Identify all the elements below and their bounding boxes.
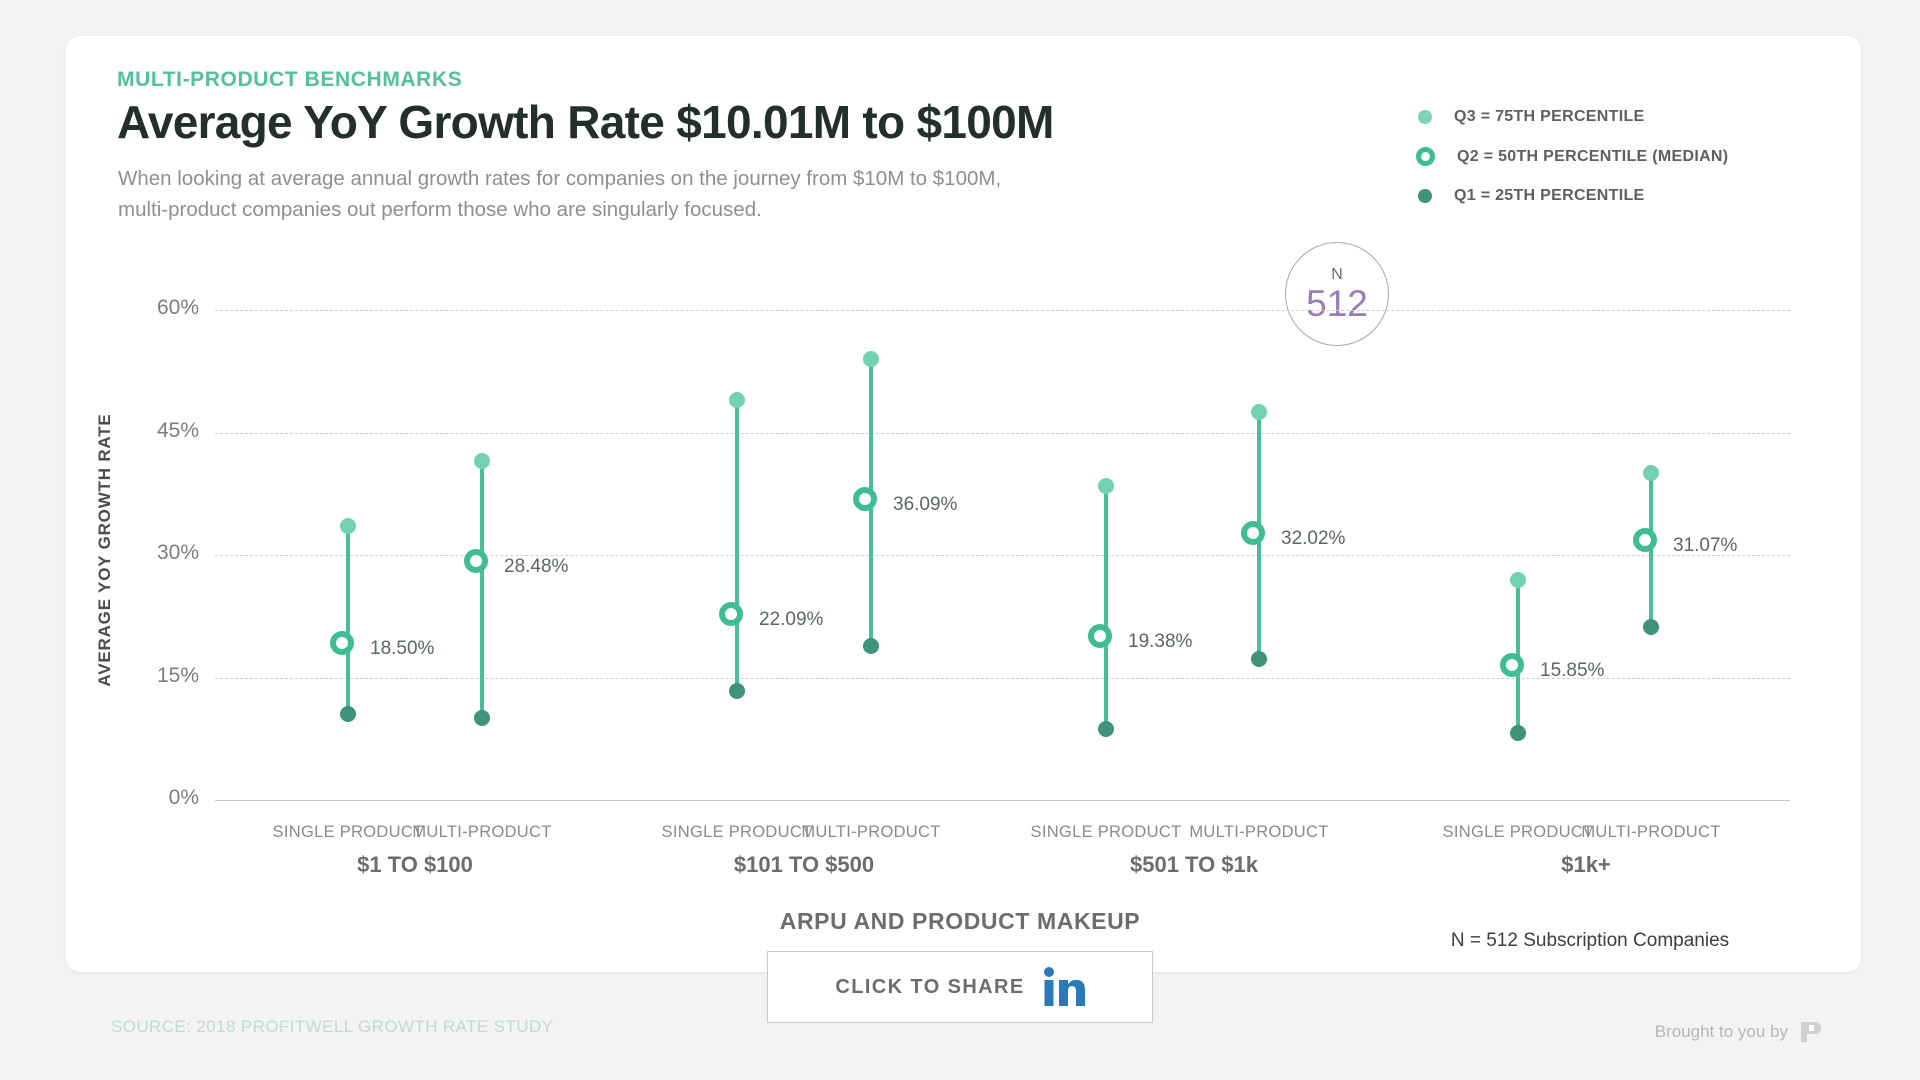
q3-point[interactable]: [1098, 477, 1114, 494]
q3-point[interactable]: [863, 351, 879, 367]
q1-point[interactable]: [863, 638, 879, 655]
x-axis-category-label: MULTI-PRODUCT: [412, 823, 552, 841]
range-stem: [735, 399, 739, 692]
q2-median-point[interactable]: [1241, 520, 1265, 545]
median-value-label: 32.02%: [1281, 527, 1346, 549]
q1-point[interactable]: [729, 683, 745, 700]
q3-point[interactable]: [340, 518, 356, 535]
gridline: [215, 432, 1790, 434]
linkedin-icon: [1043, 967, 1085, 1006]
q2-median-point[interactable]: [1500, 652, 1524, 677]
median-value-label: 22.09%: [759, 608, 824, 630]
q3-point[interactable]: [474, 453, 490, 470]
y-axis-tick-label: 0%: [168, 786, 199, 809]
x-axis-group-label: $501 TO $1k: [1129, 852, 1259, 877]
median-value-label: 36.09%: [893, 494, 958, 516]
q2-median-point[interactable]: [719, 601, 743, 626]
q2-median-point[interactable]: [464, 549, 488, 574]
x-axis-group-label: $1k+: [1561, 852, 1611, 877]
y-axis-tick-label: 60%: [156, 296, 199, 319]
gridline: [215, 310, 1790, 311]
source-note: SOURCE: 2018 PROFITWELL GROWTH RATE STUD…: [111, 1017, 554, 1036]
q3-point[interactable]: [1510, 571, 1526, 588]
q2-median-point[interactable]: [1633, 528, 1657, 553]
x-axis-title: ARPU AND PRODUCT MAKEUP: [779, 908, 1141, 934]
gridline: [215, 800, 1790, 801]
y-axis-title: AVERAGE YOY GROWTH RATE: [95, 413, 114, 687]
q1-point[interactable]: [1251, 650, 1267, 667]
range-stem: [1104, 485, 1108, 729]
q2-median-point[interactable]: [330, 630, 354, 655]
share-button-label: CLICK TO SHARE: [835, 975, 1025, 998]
median-value-label: 28.48%: [504, 556, 569, 578]
y-axis-tick-label: 15%: [156, 663, 199, 687]
y-axis-tick-label: 30%: [156, 541, 199, 564]
range-stem: [346, 526, 350, 715]
attribution: Brought to you by: [1655, 1019, 1824, 1045]
q2-median-point[interactable]: [1088, 623, 1112, 648]
median-value-label: 31.07%: [1673, 535, 1738, 557]
q2-median-point[interactable]: [853, 487, 877, 512]
x-axis-group-label: $101 TO $500: [733, 852, 875, 877]
q1-point[interactable]: [1510, 725, 1526, 742]
profitwell-logo-icon: [1801, 1022, 1821, 1042]
x-axis-category-label: MULTI-PRODUCT: [1581, 823, 1721, 841]
q1-point[interactable]: [340, 706, 356, 723]
q1-point[interactable]: [1098, 720, 1114, 737]
x-axis-group-label: $1 TO $100: [357, 852, 473, 877]
q3-point[interactable]: [729, 391, 745, 408]
x-axis-category-label: MULTI-PRODUCT: [801, 823, 941, 841]
share-button[interactable]: CLICK TO SHARE: [767, 951, 1153, 1023]
gridline: [215, 555, 1790, 556]
median-value-label: 15.85%: [1540, 659, 1605, 681]
x-axis-category-label: MULTI-PRODUCT: [1189, 823, 1329, 841]
q3-point[interactable]: [1251, 404, 1267, 421]
y-axis-tick-label: 45%: [156, 418, 199, 442]
median-value-label: 18.50%: [370, 637, 435, 659]
attribution-text: Brought to you by: [1654, 1022, 1788, 1041]
q1-point[interactable]: [474, 710, 490, 727]
q3-point[interactable]: [1643, 465, 1659, 482]
q1-point[interactable]: [1643, 618, 1659, 635]
median-value-label: 19.38%: [1128, 630, 1193, 652]
sample-size-note: N = 512 Subscription Companies: [1450, 930, 1730, 951]
range-stem: [480, 461, 484, 719]
